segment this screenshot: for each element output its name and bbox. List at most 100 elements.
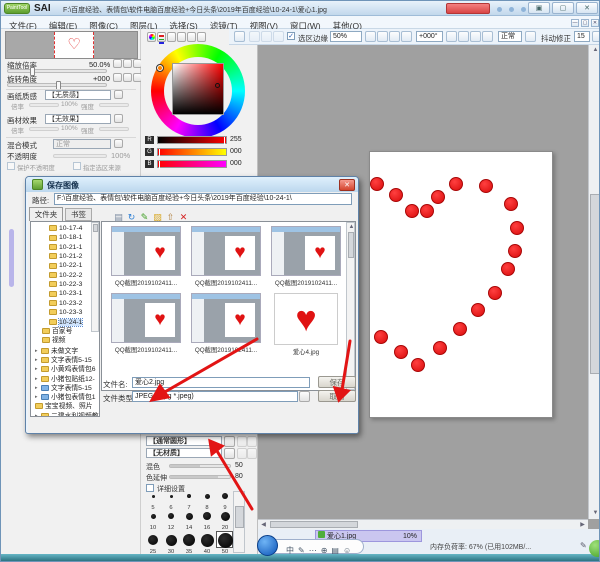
rotate-reset-button[interactable] — [446, 31, 457, 42]
stabilizer-select[interactable]: 15 — [574, 31, 590, 42]
rotate-slider[interactable] — [7, 83, 107, 87]
blend-mode-button[interactable] — [525, 31, 536, 42]
effect-strength-slider[interactable] — [99, 127, 129, 131]
zoom-plus-button[interactable] — [123, 59, 132, 68]
ime-icon-⊕[interactable]: ⊕ — [321, 544, 328, 558]
zoom-in-button[interactable] — [389, 31, 400, 42]
overlay-download-button[interactable] — [446, 3, 490, 14]
rotate-ccw-small-button[interactable] — [113, 73, 122, 82]
pencil-icon[interactable]: ✎ — [580, 541, 587, 550]
dialog-close-button[interactable]: ✕ — [339, 179, 355, 191]
paper-texture-select[interactable]: 【无质感】 — [45, 90, 111, 100]
opacity-slider[interactable] — [53, 154, 107, 158]
paper-scale-slider[interactable] — [29, 103, 59, 107]
ime-toolbar[interactable]: 中✎⋯⊕▤☺ — [267, 539, 364, 554]
vscroll-thumb[interactable] — [590, 194, 600, 374]
brush-size-8[interactable] — [205, 494, 210, 499]
filetype-dropdown-button[interactable] — [299, 391, 310, 402]
brush-size-20[interactable] — [221, 512, 230, 521]
material-effect-select[interactable]: 【无效果】 — [45, 114, 111, 124]
zoom-slider[interactable] — [7, 69, 107, 73]
brush-size-7[interactable] — [187, 494, 191, 498]
rotate-cw-button[interactable] — [470, 31, 481, 42]
scroll-up-icon[interactable]: ▲ — [591, 46, 600, 55]
ime-icon-✎[interactable]: ✎ — [298, 544, 305, 558]
stabilizer-button[interactable] — [592, 31, 600, 42]
save-button[interactable]: 保存 — [318, 376, 356, 388]
rotation-field[interactable]: +000° — [416, 31, 443, 42]
ime-icon-⋯[interactable]: ⋯ — [309, 544, 317, 558]
file-thumb-QQ截图2019102411...[interactable]: ♥QQ截图2019102411... — [108, 226, 184, 287]
blend-mode-select-left[interactable]: 正常 — [53, 139, 111, 149]
tool-button[interactable] — [273, 31, 284, 42]
brush-size-6[interactable] — [170, 495, 173, 498]
tree-item-二建水利视频教[interactable]: ▸二建水利视频教 — [35, 411, 99, 416]
rotate-cw-small-button[interactable] — [123, 73, 132, 82]
ime-icon-中[interactable]: 中 — [286, 544, 294, 558]
tab-bookmarks[interactable]: 书签 — [65, 208, 92, 221]
mdi-restore-button[interactable]: ▢ — [581, 19, 589, 27]
navigator-preview[interactable]: ♡ — [5, 31, 138, 59]
brush-size-25[interactable] — [148, 535, 158, 545]
restore-button[interactable]: ▢ — [552, 2, 574, 14]
scroll-down-icon[interactable]: ▼ — [591, 509, 600, 518]
minimize-button[interactable]: ▣ — [528, 2, 550, 14]
tool-button[interactable] — [261, 31, 272, 42]
close-button[interactable]: ✕ — [576, 2, 598, 14]
ime-logo-icon[interactable] — [257, 535, 278, 556]
brush-size-16[interactable] — [203, 512, 211, 520]
brush-size-35[interactable] — [183, 534, 195, 546]
mdi-close-button[interactable]: ✕ — [591, 19, 599, 27]
brush-size-50[interactable] — [218, 533, 233, 548]
canvas-vertical-scrollbar[interactable]: ▲ ▼ — [588, 45, 600, 519]
blend-mode-small-button[interactable] — [114, 139, 123, 148]
file-thumb-QQ截图2019102411...[interactable]: ♥QQ截图2019102411... — [188, 226, 264, 287]
cancel-button[interactable]: 取消 — [318, 390, 356, 402]
hscroll-thumb[interactable] — [270, 521, 358, 528]
canvas-page[interactable] — [369, 151, 553, 418]
zoom-minus-button[interactable] — [113, 59, 122, 68]
mdi-minimize-button[interactable]: — — [571, 19, 579, 27]
ime-icon-☺[interactable]: ☺ — [343, 544, 351, 558]
brush-size-30[interactable] — [166, 535, 177, 546]
filename-input[interactable]: 爱心2.jpg — [132, 377, 310, 388]
brush-size-40[interactable] — [201, 534, 214, 547]
file-thumb-QQ截图2019102411...[interactable]: ♥QQ截图2019102411... — [108, 293, 184, 354]
panel-scrollbar[interactable] — [9, 229, 14, 287]
brush-size-9[interactable] — [222, 493, 228, 499]
blend-mode-select[interactable]: 正常 — [498, 31, 522, 42]
brush-size-10[interactable] — [151, 514, 156, 519]
dialog-title-bar[interactable]: 保存图像 ✕ — [26, 177, 358, 192]
file-thumb-爱心4.jpg[interactable]: ♥爱心4.jpg — [268, 293, 344, 356]
tree-scrollbar[interactable] — [91, 222, 99, 332]
ime-icon-▤[interactable]: ▤ — [331, 544, 339, 558]
flip-button[interactable] — [482, 31, 493, 42]
canvas-horizontal-scrollbar[interactable]: ◀ ▶ — [258, 519, 588, 529]
rotate-ccw-button[interactable] — [458, 31, 469, 42]
tree-scroll-thumb[interactable] — [93, 224, 98, 232]
brush-size-5[interactable] — [152, 495, 155, 498]
tool-button[interactable] — [234, 31, 245, 42]
zoom-out-button[interactable] — [377, 31, 388, 42]
file-scroll-thumb[interactable] — [348, 232, 354, 258]
file-scrollbar[interactable]: ▲ — [346, 222, 355, 390]
file-thumb-QQ截图2019102411...[interactable]: ♥QQ截图2019102411... — [188, 293, 264, 354]
selection-edge-checkbox[interactable]: ✓ — [287, 32, 295, 40]
path-input[interactable]: F:\百度经验、表情包\软件电脑百度经验+今日头条\2019年百度经验\10-2… — [54, 193, 352, 205]
tool-button[interactable] — [249, 31, 260, 42]
brush-size-12[interactable] — [168, 513, 174, 519]
filetype-select[interactable]: JPEG (*.jpg *.jpeg) — [132, 391, 298, 402]
paper-texture-button[interactable] — [114, 90, 123, 99]
paper-strength-slider[interactable] — [99, 103, 129, 107]
scroll-up-icon[interactable]: ▲ — [348, 223, 355, 232]
size-grid-scrollbar[interactable] — [233, 491, 245, 553]
file-thumb-QQ截图2019102411...[interactable]: ♥QQ截图2019102411... — [268, 226, 344, 287]
preserve-opacity-checkbox[interactable] — [7, 162, 15, 170]
selection-source-checkbox[interactable] — [73, 162, 81, 170]
effect-scale-slider[interactable] — [29, 127, 59, 131]
floating-ball-icon[interactable] — [589, 540, 600, 557]
zoom-field[interactable]: 50% — [330, 31, 362, 42]
material-effect-button[interactable] — [114, 114, 123, 123]
tab-folders[interactable]: 文件夹 — [29, 207, 63, 221]
brush-size-14[interactable] — [186, 513, 193, 520]
